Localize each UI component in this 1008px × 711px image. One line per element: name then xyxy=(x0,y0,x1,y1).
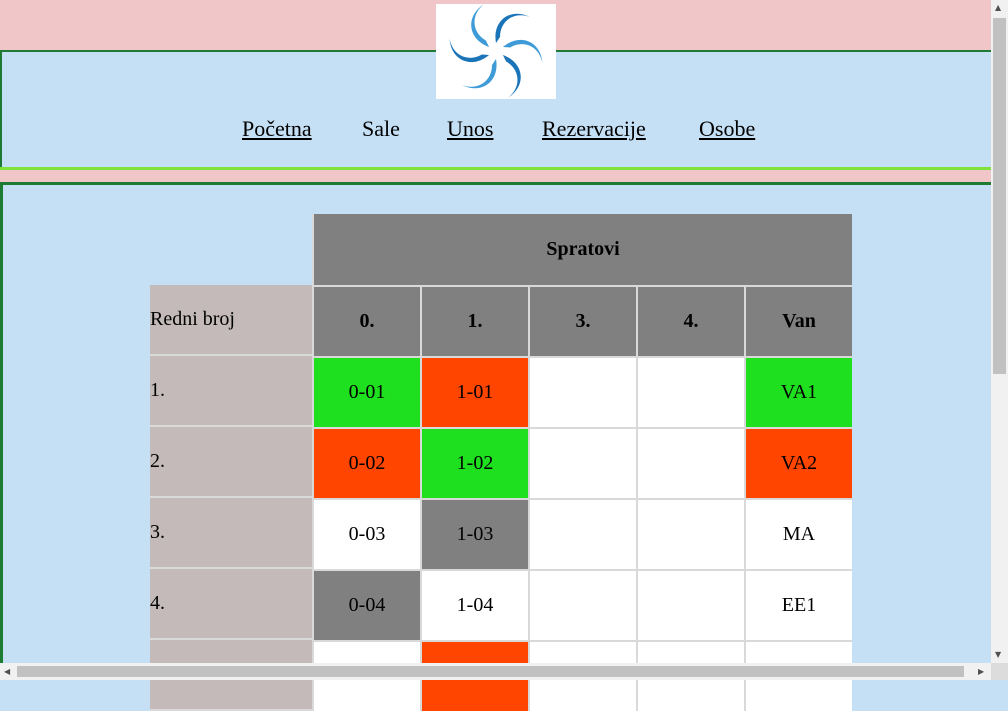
room-cell[interactable]: 0-01 xyxy=(312,356,420,427)
scroll-down-icon[interactable]: ▼ xyxy=(995,650,1001,660)
room-cell[interactable]: 1-02 xyxy=(420,427,528,498)
room-cell-empty xyxy=(636,569,744,640)
scrollbar-corner xyxy=(991,663,1008,680)
room-cell[interactable]: 0-02 xyxy=(312,427,420,498)
table-header-row: Redni broj 0. 1. 3. 4. Van xyxy=(150,285,852,356)
nav-link-rezervacije[interactable]: Rezervacije xyxy=(542,116,646,142)
scroll-left-icon[interactable]: ◀ xyxy=(4,667,10,677)
room-cell-empty xyxy=(528,569,636,640)
nav-item-sale-current: Sale xyxy=(362,116,400,141)
group-header-spratovi: Spratovi xyxy=(312,214,852,285)
row-number: 3. xyxy=(150,498,312,569)
room-cell-empty xyxy=(528,356,636,427)
room-cell[interactable]: EE1 xyxy=(744,569,852,640)
row-number: 4. xyxy=(150,569,312,640)
column-header-floor-0: 0. xyxy=(312,285,420,356)
column-header-floor-3: 3. xyxy=(528,285,636,356)
room-cell[interactable]: 1-01 xyxy=(420,356,528,427)
table-row: 1. 0-01 1-01 VA1 xyxy=(150,356,852,427)
table-row: 3. 0-03 1-03 MA xyxy=(150,498,852,569)
room-cell-empty xyxy=(528,427,636,498)
vertical-scroll-thumb[interactable] xyxy=(993,18,1006,374)
column-header-van: Van xyxy=(744,285,852,356)
table-row: 4. 0-04 1-04 EE1 xyxy=(150,569,852,640)
room-cell[interactable]: 0-04 xyxy=(312,569,420,640)
room-cell-empty xyxy=(528,498,636,569)
divider-band xyxy=(0,170,991,182)
column-header-floor-1: 1. xyxy=(420,285,528,356)
horizontal-scrollbar[interactable]: ◀ ▶ xyxy=(0,663,991,680)
row-number: 1. xyxy=(150,356,312,427)
row-number: 2. xyxy=(150,427,312,498)
room-cell[interactable]: 1-03 xyxy=(420,498,528,569)
logo xyxy=(436,4,556,99)
nav-link-osobe[interactable]: Osobe xyxy=(699,116,755,142)
rooms-table: Spratovi Redni broj 0. 1. 3. 4. Van 1. 0… xyxy=(150,214,852,711)
main-navigation: Početna Sale Unos Rezervacije Osobe xyxy=(0,116,991,146)
spiral-logo-icon xyxy=(449,4,543,98)
room-cell-empty xyxy=(636,498,744,569)
nav-link-pocetna[interactable]: Početna xyxy=(242,116,312,142)
room-cell-empty xyxy=(636,427,744,498)
room-cell[interactable]: 0-03 xyxy=(312,498,420,569)
scroll-right-icon[interactable]: ▶ xyxy=(978,667,984,677)
table-row: 2. 0-02 1-02 VA2 xyxy=(150,427,852,498)
room-cell[interactable]: 1-04 xyxy=(420,569,528,640)
room-cell[interactable]: MA xyxy=(744,498,852,569)
room-cell[interactable]: VA2 xyxy=(744,427,852,498)
table-corner xyxy=(150,214,312,285)
room-cell-empty xyxy=(636,356,744,427)
nav-link-unos[interactable]: Unos xyxy=(447,116,493,142)
scroll-up-icon[interactable]: ▲ xyxy=(995,3,1001,13)
horizontal-scroll-thumb[interactable] xyxy=(17,666,964,677)
column-header-floor-4: 4. xyxy=(636,285,744,356)
vertical-scrollbar[interactable]: ▲ ▼ xyxy=(991,0,1008,663)
room-cell[interactable]: VA1 xyxy=(744,356,852,427)
row-number-header: Redni broj xyxy=(150,285,312,356)
